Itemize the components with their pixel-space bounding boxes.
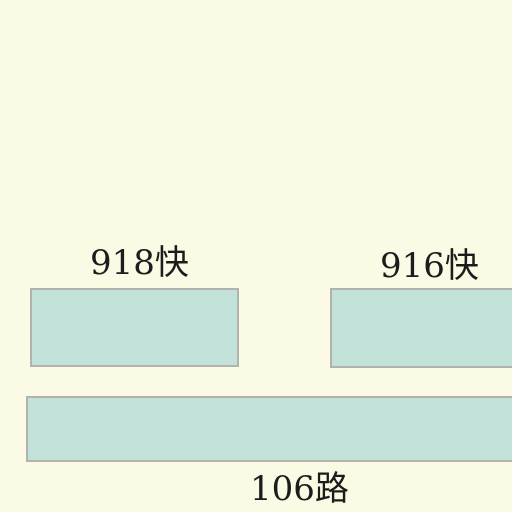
route-label-916: 916快 [380, 246, 479, 286]
route-label-918: 918快 [90, 243, 189, 283]
platform-918[interactable] [30, 288, 239, 367]
platform-916[interactable] [330, 288, 512, 368]
map-view[interactable]: 918快 916快 106路 [0, 0, 512, 512]
route-label-106: 106路 [250, 469, 349, 509]
platform-106[interactable] [26, 396, 512, 462]
